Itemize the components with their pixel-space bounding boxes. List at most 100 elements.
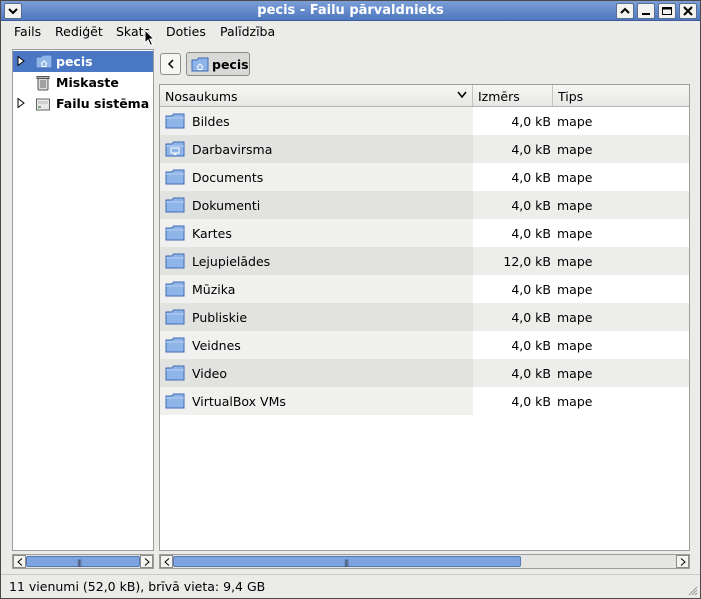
- arrow-right-icon: [144, 557, 150, 566]
- folder-icon: [165, 113, 185, 129]
- folder-icon: [165, 337, 185, 353]
- sidebar-item-label: Miskaste: [56, 75, 119, 90]
- chevron-up-icon: [620, 7, 630, 14]
- sidebar-tree: pecis Miskaste Failu sistēma: [12, 49, 154, 551]
- file-row[interactable]: Lejupielādes 12,0 kB mape: [160, 247, 689, 275]
- title-bar[interactable]: pecis - Failu pārvaldnieks: [1, 1, 700, 21]
- scroll-left-button[interactable]: [13, 555, 26, 568]
- file-row[interactable]: VirtualBox VMs 4,0 kB mape: [160, 387, 689, 415]
- file-name: Bildes: [192, 114, 230, 129]
- file-size: 4,0 kB: [511, 142, 551, 157]
- file-size: 4,0 kB: [511, 226, 551, 241]
- file-type: mape: [557, 310, 593, 325]
- file-type: mape: [557, 366, 593, 381]
- scroll-left-button[interactable]: [160, 555, 173, 568]
- file-name: Veidnes: [192, 338, 241, 353]
- column-header-name[interactable]: Nosaukums: [160, 85, 473, 106]
- file-row[interactable]: Mūzika 4,0 kB mape: [160, 275, 689, 303]
- menu-fails[interactable]: Fails: [14, 24, 41, 39]
- folder-icon: [165, 169, 185, 185]
- close-button[interactable]: [679, 3, 697, 19]
- menu-rediget[interactable]: Rediģēt: [55, 24, 103, 39]
- file-name: Documents: [192, 170, 264, 185]
- file-row[interactable]: Documents 4,0 kB mape: [160, 163, 689, 191]
- file-type: mape: [557, 282, 593, 297]
- window-title: pecis - Failu pārvaldnieks: [257, 3, 444, 18]
- maximize-button[interactable]: [658, 3, 676, 19]
- resize-grip-icon[interactable]: [688, 586, 698, 596]
- folder-icon: [165, 253, 185, 269]
- breadcrumb-label: pecis: [212, 57, 249, 72]
- sidebar-item-miskaste[interactable]: Miskaste: [13, 72, 153, 93]
- minimize-button[interactable]: [637, 3, 655, 19]
- sidebar-item-failu-sistema[interactable]: Failu sistēma: [13, 93, 153, 114]
- file-name: VirtualBox VMs: [192, 394, 286, 409]
- arrow-left-icon: [16, 557, 22, 566]
- mouse-cursor-icon: [144, 29, 156, 47]
- file-type: mape: [557, 114, 593, 129]
- sidebar-item-label: pecis: [56, 54, 93, 69]
- right-edge: [690, 84, 700, 569]
- column-header-label: Tips: [558, 89, 584, 104]
- trash-icon: [36, 76, 50, 91]
- folder-icon: [165, 197, 185, 213]
- file-size: 4,0 kB: [511, 394, 551, 409]
- scroll-thumb[interactable]: |||: [173, 556, 521, 567]
- file-type: mape: [557, 198, 593, 213]
- sidebar-item-label: Failu sistēma: [56, 96, 150, 111]
- status-bar: 11 vienumi (52,0 kB), brīvā vieta: 9,4 G…: [1, 574, 700, 598]
- file-type: mape: [557, 226, 593, 241]
- folder-icon: [165, 309, 185, 325]
- folder-icon: [165, 393, 185, 409]
- scroll-right-button[interactable]: [140, 555, 153, 568]
- file-size: 4,0 kB: [511, 114, 551, 129]
- file-type: mape: [557, 170, 593, 185]
- expander-right-icon[interactable]: [17, 98, 25, 108]
- column-header-size[interactable]: Izmērs: [473, 85, 553, 106]
- sidebar-scrollbar[interactable]: |||: [12, 554, 154, 569]
- filelist-scrollbar[interactable]: |||: [159, 554, 690, 569]
- file-row[interactable]: Veidnes 4,0 kB mape: [160, 331, 689, 359]
- file-row[interactable]: Bildes 4,0 kB mape: [160, 107, 689, 135]
- minimize-icon: [642, 13, 650, 15]
- scroll-thumb[interactable]: |||: [26, 556, 140, 567]
- file-type: mape: [557, 254, 593, 269]
- file-name: Kartes: [192, 226, 232, 241]
- file-name: Dokumenti: [192, 198, 261, 213]
- file-name: Lejupielādes: [192, 254, 271, 269]
- file-list-view[interactable]: Nosaukums Izmērs Tips Bildes 4,0 kB mape Da…: [159, 84, 690, 551]
- scroll-right-button[interactable]: [676, 555, 689, 568]
- file-name: Mūzika: [192, 282, 236, 297]
- file-row[interactable]: Darbavirsma 4,0 kB mape: [160, 135, 689, 163]
- file-size: 4,0 kB: [511, 198, 551, 213]
- arrow-left-icon: [163, 557, 169, 566]
- file-size: 4,0 kB: [511, 338, 551, 353]
- file-type: mape: [557, 142, 593, 157]
- file-row[interactable]: Dokumenti 4,0 kB mape: [160, 191, 689, 219]
- folder-icon: [165, 281, 185, 297]
- menu-doties[interactable]: Doties: [166, 24, 206, 39]
- chevron-left-icon: [167, 59, 174, 69]
- column-header-type[interactable]: Tips: [553, 85, 689, 106]
- expander-right-icon[interactable]: [17, 56, 25, 66]
- menu-bar: Fails Rediģēt Skats Doties Palīdzība: [1, 21, 700, 43]
- shade-button[interactable]: [616, 3, 634, 19]
- file-size: 12,0 kB: [503, 254, 551, 269]
- file-row[interactable]: Kartes 4,0 kB mape: [160, 219, 689, 247]
- file-manager-window: pecis - Failu pārvaldnieks Fails Rediģēt…: [0, 0, 701, 599]
- folder-icon: [165, 225, 185, 241]
- sidebar-item-pecis[interactable]: pecis: [13, 51, 153, 72]
- file-name: Video: [192, 366, 228, 381]
- file-name: Publiskie: [192, 310, 248, 325]
- file-row[interactable]: Publiskie 4,0 kB mape: [160, 303, 689, 331]
- drive-icon: [36, 98, 50, 111]
- column-header-label: Izmērs: [478, 89, 520, 104]
- menu-palidziba[interactable]: Palīdzība: [220, 24, 275, 39]
- file-row[interactable]: Video 4,0 kB mape: [160, 359, 689, 387]
- sort-descending-icon: [457, 91, 467, 99]
- back-button[interactable]: [160, 53, 181, 75]
- status-text: 11 vienumi (52,0 kB), brīvā vieta: 9,4 G…: [9, 579, 266, 594]
- breadcrumb-pecis[interactable]: pecis: [186, 52, 250, 76]
- arrow-right-icon: [680, 557, 686, 566]
- home-folder-icon: [35, 54, 53, 69]
